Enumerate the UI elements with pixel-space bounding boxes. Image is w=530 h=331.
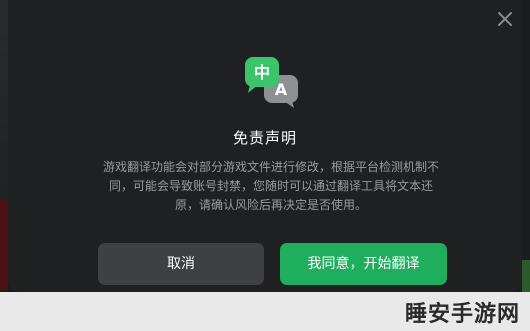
agree-start-translate-button[interactable]: 我同意，开始翻译 xyxy=(280,243,447,285)
dialog-body-line: 同，可能会导致账号封禁，您随时可以通过翻译工具将文本还 xyxy=(108,179,433,193)
cancel-button[interactable]: 取消 xyxy=(98,243,264,285)
disclaimer-dialog: A 中 免责声明 游戏翻译功能会对部分游戏文件进行修改，根据平台检测机制不 同，… xyxy=(8,0,522,292)
dialog-body: 游戏翻译功能会对部分游戏文件进行修改，根据平台检测机制不 同，可能会导致账号封禁… xyxy=(86,158,456,215)
background-left-strip xyxy=(0,0,8,331)
site-watermark: 睡安手游网 xyxy=(404,302,520,327)
dialog-body-line: 游戏翻译功能会对部分游戏文件进行修改，根据平台检测机制不 xyxy=(102,160,439,174)
dialog-title: 免责声明 xyxy=(232,129,297,147)
close-icon[interactable] xyxy=(494,8,516,30)
background-left-accent xyxy=(0,200,8,290)
app-stage: A 中 免责声明 游戏翻译功能会对部分游戏文件进行修改，根据平台检测机制不 同，… xyxy=(0,0,530,331)
background-right-strip xyxy=(522,0,530,331)
translate-chat-logo-icon: A 中 xyxy=(244,55,302,109)
dialog-body-line: 原，请确认风险后再决定是否使用。 xyxy=(174,198,367,212)
logo-front-char: 中 xyxy=(254,63,270,82)
